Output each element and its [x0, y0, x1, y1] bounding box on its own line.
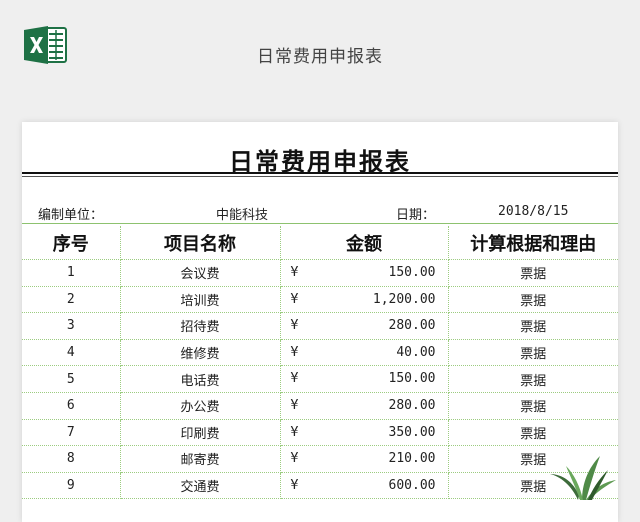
table-row: 8 邮寄费 ¥210.00 票据	[22, 445, 618, 473]
amount-cell[interactable]: ¥280.00	[280, 312, 449, 340]
amount-cell[interactable]: ¥600.00	[280, 472, 449, 500]
amount-value: 210.00	[388, 451, 436, 467]
amount-cell[interactable]: ¥150.00	[280, 365, 449, 393]
row-number-cell[interactable]: 9	[22, 472, 121, 500]
row-number-cell[interactable]: 4	[22, 339, 121, 367]
item-name-cell[interactable]: 招待费	[120, 312, 281, 340]
expense-table: 序号 项目名称 金额 计算根据和理由 1 会议费 ¥150.00 票据 2 培训…	[22, 226, 618, 500]
currency-symbol: ¥	[290, 291, 299, 307]
table-row: 4 维修费 ¥40.00 票据	[22, 339, 618, 367]
basis-cell[interactable]: 票据	[448, 365, 618, 393]
row-number-cell[interactable]: 5	[22, 365, 121, 393]
amount-cell[interactable]: ¥150.00	[280, 259, 449, 287]
amount-value: 350.00	[388, 424, 436, 440]
currency-symbol: ¥	[290, 265, 299, 280]
title-underline-thin	[22, 176, 618, 177]
row-number-cell[interactable]: 6	[22, 392, 121, 420]
amount-value: 150.00	[388, 371, 436, 387]
basis-cell[interactable]: 票据	[448, 392, 618, 420]
amount-value: 150.00	[388, 265, 436, 280]
amount-cell[interactable]: ¥280.00	[280, 392, 449, 420]
unit-label: 编制单位：	[38, 208, 104, 223]
table-row: 5 电话费 ¥150.00 票据	[22, 365, 618, 393]
title-underline	[22, 172, 618, 174]
amount-cell[interactable]: ¥210.00	[280, 445, 449, 473]
currency-symbol: ¥	[290, 344, 299, 360]
item-name-cell[interactable]: 交通费	[120, 472, 281, 500]
column-header-no[interactable]: 序号	[22, 226, 121, 260]
table-row: 9 交通费 ¥600.00 票据	[22, 472, 618, 500]
currency-symbol: ¥	[290, 318, 299, 334]
amount-value: 1,200.00	[372, 291, 436, 307]
row-number-cell[interactable]: 3	[22, 312, 121, 340]
top-bar: 日常费用申报表	[0, 0, 640, 108]
info-divider	[22, 223, 618, 224]
row-number-cell[interactable]: 7	[22, 419, 121, 447]
row-number-cell[interactable]: 1	[22, 259, 121, 287]
basis-cell[interactable]: 票据	[448, 312, 618, 340]
currency-symbol: ¥	[290, 451, 299, 467]
table-row: 2 培训费 ¥1,200.00 票据	[22, 286, 618, 314]
currency-symbol: ¥	[290, 424, 299, 440]
date-value[interactable]: 2018/8/15	[498, 204, 568, 219]
table-header-row: 序号 项目名称 金额 计算根据和理由	[22, 226, 618, 260]
item-name-cell[interactable]: 会议费	[120, 259, 281, 287]
currency-symbol: ¥	[290, 371, 299, 387]
column-header-basis[interactable]: 计算根据和理由	[448, 226, 618, 260]
row-number-cell[interactable]: 8	[22, 445, 121, 473]
table-row: 7 印刷费 ¥350.00 票据	[22, 419, 618, 447]
date-label: 日期：	[396, 208, 436, 223]
info-row: 编制单位： 中能科技 日期： 2018/8/15	[22, 202, 618, 224]
table-row: 6 办公费 ¥280.00 票据	[22, 392, 618, 420]
item-name-cell[interactable]: 印刷费	[120, 419, 281, 447]
amount-value: 40.00	[396, 344, 436, 360]
amount-value: 600.00	[388, 477, 436, 493]
table-row: 3 招待费 ¥280.00 票据	[22, 312, 618, 340]
amount-cell[interactable]: ¥350.00	[280, 419, 449, 447]
amount-value: 280.00	[388, 397, 436, 413]
amount-value: 280.00	[388, 318, 436, 334]
item-name-cell[interactable]: 培训费	[120, 286, 281, 314]
basis-cell[interactable]: 票据	[448, 286, 618, 314]
row-number-cell[interactable]: 2	[22, 286, 121, 314]
basis-cell[interactable]: 票据	[448, 419, 618, 447]
currency-symbol: ¥	[290, 477, 299, 493]
amount-cell[interactable]: ¥1,200.00	[280, 286, 449, 314]
page-title: 日常费用申报表	[257, 47, 383, 67]
unit-value[interactable]: 中能科技	[216, 204, 268, 223]
item-name-cell[interactable]: 办公费	[120, 392, 281, 420]
spreadsheet-sheet: 日常费用申报表 编制单位： 中能科技 日期： 2018/8/15 序号 项目名称…	[22, 122, 618, 522]
item-name-cell[interactable]: 维修费	[120, 339, 281, 367]
basis-cell[interactable]: 票据	[448, 339, 618, 367]
item-name-cell[interactable]: 电话费	[120, 365, 281, 393]
basis-cell[interactable]: 票据	[448, 259, 618, 287]
column-header-name[interactable]: 项目名称	[120, 226, 281, 260]
plant-icon	[550, 456, 616, 500]
amount-cell[interactable]: ¥40.00	[280, 339, 449, 367]
table-row: 1 会议费 ¥150.00 票据	[22, 259, 618, 287]
column-header-amount[interactable]: 金额	[280, 226, 449, 260]
item-name-cell[interactable]: 邮寄费	[120, 445, 281, 473]
currency-symbol: ¥	[290, 397, 299, 413]
